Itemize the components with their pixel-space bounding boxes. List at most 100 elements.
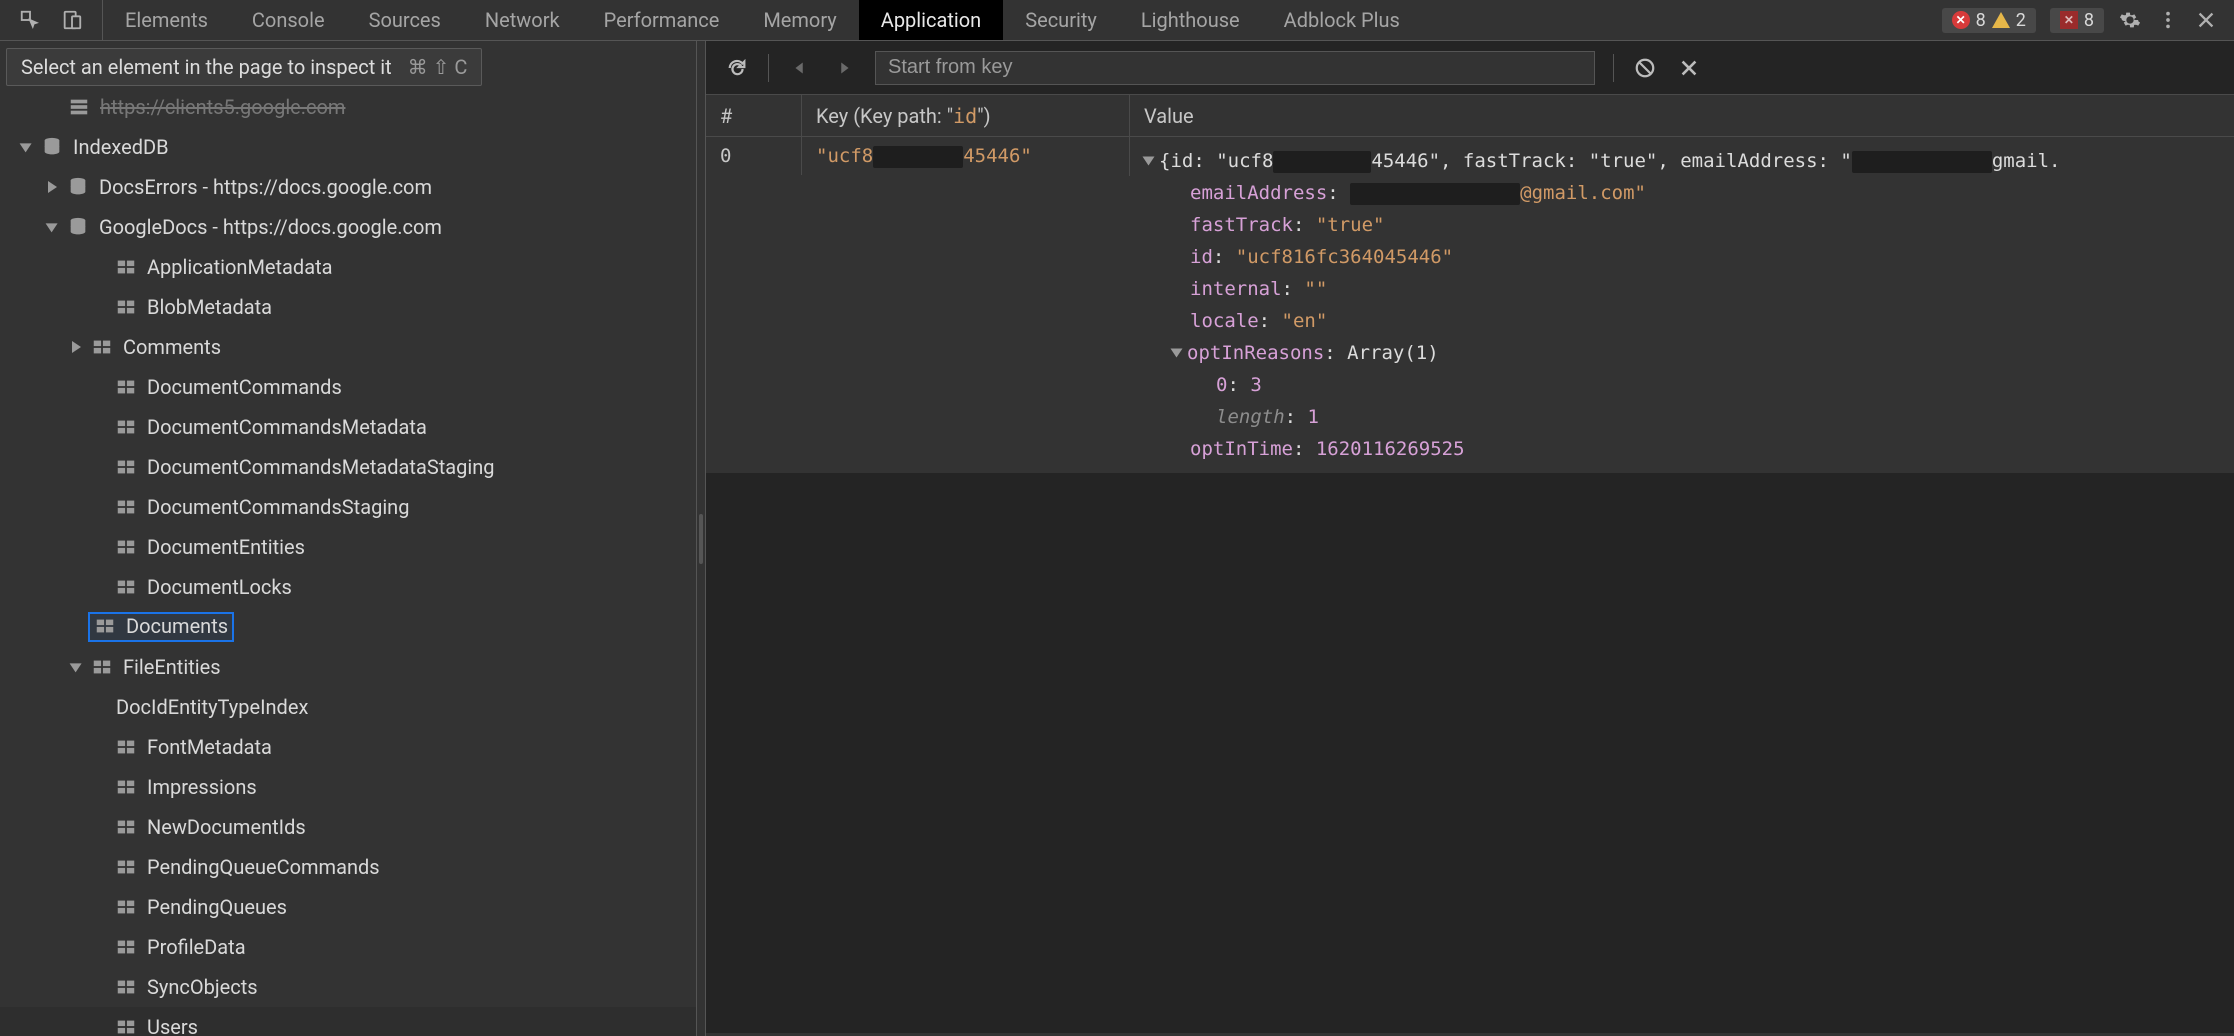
store-label: DocumentCommandsStaging <box>147 495 409 519</box>
page-next-icon <box>831 55 857 81</box>
sidebar-splitter[interactable] <box>696 41 706 1036</box>
tab-security[interactable]: Security <box>1003 0 1119 40</box>
store-label: Impressions <box>147 775 257 799</box>
store-newdocumentids[interactable]: NewDocumentIds <box>0 807 696 847</box>
store-label: PendingQueues <box>147 895 287 919</box>
summary-fragment: gmail. <box>1992 150 2061 172</box>
delete-selected-icon[interactable] <box>1676 55 1702 81</box>
prop-key: length <box>1216 406 1285 428</box>
prop-value: 3 <box>1250 374 1261 396</box>
inspect-element-tooltip: Select an element in the page to inspect… <box>6 48 482 86</box>
main-split: https://clients5.google.com IndexedDB Do… <box>0 41 2234 1036</box>
prop-key: emailAddress <box>1190 182 1327 204</box>
key-suffix: ") <box>977 104 990 128</box>
database-icon <box>67 216 89 238</box>
tab-adblock-plus[interactable]: Adblock Plus <box>1262 0 1422 40</box>
tab-application[interactable]: Application <box>859 0 1003 40</box>
table-icon <box>68 96 90 118</box>
redacted <box>873 146 963 168</box>
extension-error-icon: ✕ <box>2060 11 2078 29</box>
indexeddb-content: # Key (Key path: "id") Value 0 "ucf84544… <box>706 41 2234 1036</box>
tab-elements[interactable]: Elements <box>103 0 230 40</box>
tab-network[interactable]: Network <box>463 0 582 40</box>
more-menu-icon[interactable] <box>2156 8 2180 32</box>
console-errors-warnings-badge[interactable]: ✕ 8 2 <box>1942 8 2036 33</box>
store-documentcommands[interactable]: DocumentCommands <box>0 367 696 407</box>
store-profiledata[interactable]: ProfileData <box>0 927 696 967</box>
store-label: DocumentCommandsMetadata <box>147 415 427 439</box>
column-index[interactable]: # <box>706 95 802 136</box>
row-index: 0 <box>706 137 802 175</box>
table-header: # Key (Key path: "id") Value <box>706 95 2234 137</box>
store-users[interactable]: Users <box>0 1007 696 1036</box>
store-fontmetadata[interactable]: FontMetadata <box>0 727 696 767</box>
store-documentcommandsmetadatastaging[interactable]: DocumentCommandsMetadataStaging <box>0 447 696 487</box>
store-documentcommandsmetadata[interactable]: DocumentCommandsMetadata <box>0 407 696 447</box>
store-documents[interactable]: Documents <box>0 607 696 647</box>
store-pendingqueues[interactable]: PendingQueues <box>0 887 696 927</box>
separator <box>1613 54 1614 82</box>
prop-value: @gmail.com" <box>1520 182 1646 204</box>
error-count: 8 <box>1976 10 1986 31</box>
redacted <box>1273 151 1371 173</box>
chevron-down-icon[interactable] <box>1171 349 1183 358</box>
store-fileentities[interactable]: FileEntities <box>0 647 696 687</box>
extension-errors-badge[interactable]: ✕ 8 <box>2050 8 2104 33</box>
store-pendingqueuecommands[interactable]: PendingQueueCommands <box>0 847 696 887</box>
table-icon <box>115 536 137 558</box>
settings-gear-icon[interactable] <box>2118 8 2142 32</box>
store-documententities[interactable]: DocumentEntities <box>0 527 696 567</box>
redacted <box>1852 151 1992 173</box>
prop-value: 1 <box>1308 406 1319 428</box>
prop-value: "ucf816fc364045446" <box>1236 246 1453 268</box>
sidebar-db-googledocs[interactable]: GoogleDocs - https://docs.google.com <box>0 207 696 247</box>
store-label: SyncObjects <box>147 975 258 999</box>
store-comments[interactable]: Comments <box>0 327 696 367</box>
sidebar-section-indexeddb[interactable]: IndexedDB <box>0 127 696 167</box>
chevron-down-icon[interactable] <box>1143 157 1155 166</box>
clear-object-store-icon[interactable] <box>1632 55 1658 81</box>
prop-value: 1620116269525 <box>1316 438 1465 460</box>
page-prev-icon <box>787 55 813 81</box>
store-impressions[interactable]: Impressions <box>0 767 696 807</box>
summary-fragment: {id: "ucf8 <box>1159 150 1273 172</box>
column-value[interactable]: Value <box>1130 95 2234 136</box>
tab-performance[interactable]: Performance <box>582 0 742 40</box>
tab-sources[interactable]: Sources <box>347 0 463 40</box>
row-key: "ucf845446" <box>802 137 1130 176</box>
column-key[interactable]: Key (Key path: "id") <box>802 95 1130 136</box>
store-label: BlobMetadata <box>147 295 272 319</box>
storage-tree: https://clients5.google.com IndexedDB Do… <box>0 41 696 1036</box>
tab-memory[interactable]: Memory <box>741 0 858 40</box>
sidebar-hidden-origin[interactable]: https://clients5.google.com <box>0 87 696 127</box>
table-row[interactable]: 0 "ucf845446" {id: "ucf845446", fastTrac… <box>706 137 2234 473</box>
toolbar-left-icons <box>0 0 103 40</box>
device-toggle-icon[interactable] <box>60 8 84 32</box>
store-label: ApplicationMetadata <box>147 255 333 279</box>
tab-console[interactable]: Console <box>230 0 347 40</box>
table-icon <box>115 736 137 758</box>
close-devtools-icon[interactable] <box>2194 8 2218 32</box>
inspect-element-icon[interactable] <box>18 8 42 32</box>
store-applicationmetadata[interactable]: ApplicationMetadata <box>0 247 696 287</box>
table-icon <box>115 856 137 878</box>
error-icon: ✕ <box>1952 11 1970 29</box>
index-docidentitytypeindex[interactable]: DocIdEntityTypeIndex <box>0 687 696 727</box>
prop-value: "en" <box>1282 310 1328 332</box>
store-label: DocumentEntities <box>147 535 305 559</box>
tooltip-text: Select an element in the page to inspect… <box>21 55 392 79</box>
store-documentlocks[interactable]: DocumentLocks <box>0 567 696 607</box>
sidebar-db-docserrors[interactable]: DocsErrors - https://docs.google.com <box>0 167 696 207</box>
tab-lighthouse[interactable]: Lighthouse <box>1119 0 1262 40</box>
application-sidebar[interactable]: https://clients5.google.com IndexedDB Do… <box>0 41 696 1036</box>
warning-count: 2 <box>2016 10 2026 31</box>
start-from-key-input[interactable] <box>875 51 1595 85</box>
table-icon <box>94 615 116 637</box>
store-syncobjects[interactable]: SyncObjects <box>0 967 696 1007</box>
table-icon <box>115 496 137 518</box>
store-blobmetadata[interactable]: BlobMetadata <box>0 287 696 327</box>
store-documentcommandsstaging[interactable]: DocumentCommandsStaging <box>0 487 696 527</box>
db-docserrors-label: DocsErrors - https://docs.google.com <box>99 175 432 199</box>
refresh-icon[interactable] <box>724 55 750 81</box>
warning-icon <box>1992 12 2010 28</box>
